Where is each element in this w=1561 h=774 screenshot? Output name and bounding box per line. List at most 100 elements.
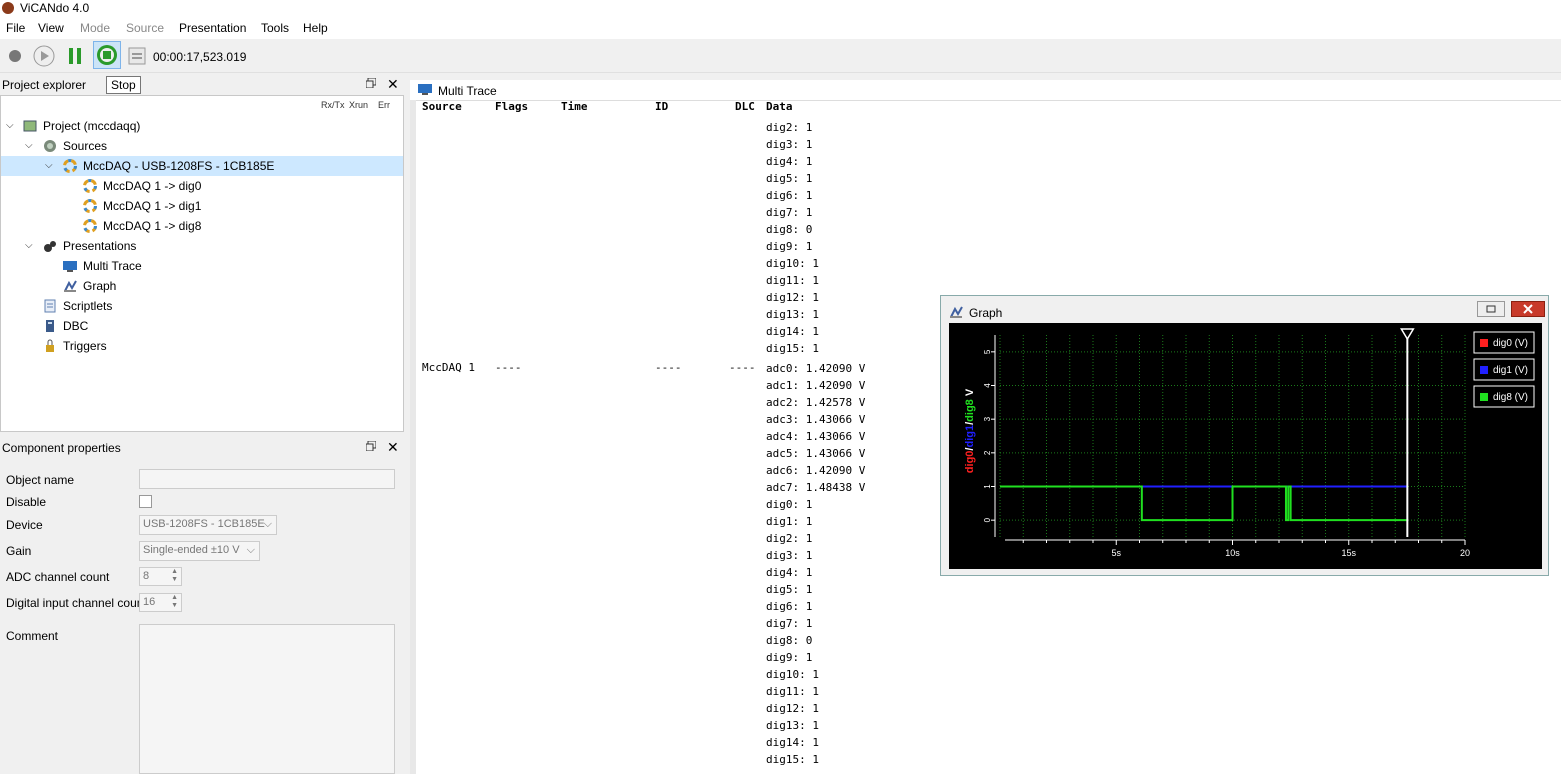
tree-item-label: Triggers bbox=[63, 339, 107, 353]
digital-channel-count-stepper[interactable]: 16 ▲ ▼ bbox=[139, 593, 182, 612]
restore-button[interactable] bbox=[1477, 301, 1505, 317]
mccdaq-ring-icon bbox=[83, 179, 97, 193]
tree-item-multi-trace[interactable]: Multi Trace bbox=[1, 256, 403, 276]
menu-mode[interactable]: Mode bbox=[80, 21, 110, 35]
adc-channel-count-value: 8 bbox=[143, 570, 150, 582]
spin-arrows-icon[interactable]: ▲ ▼ bbox=[171, 568, 178, 584]
y-tick-label: 2 bbox=[983, 450, 992, 455]
multi-trace-left-border bbox=[410, 100, 416, 774]
tree-item-scriptlets[interactable]: Scriptlets bbox=[1, 296, 403, 316]
tree-item-label: Scriptlets bbox=[63, 299, 113, 313]
mccdaq-ring-icon bbox=[63, 159, 77, 173]
y-axis-label-part: V bbox=[964, 388, 976, 399]
col-data[interactable]: Data bbox=[766, 100, 793, 113]
loop-button[interactable] bbox=[125, 44, 149, 68]
tree-item-label: Presentations bbox=[63, 239, 137, 253]
mccdaq-ring-icon bbox=[83, 199, 97, 213]
close-icon[interactable]: ✕ bbox=[387, 76, 399, 93]
trigger-icon bbox=[46, 339, 54, 352]
toolbar: 00:00:17,523.019 bbox=[0, 39, 1561, 73]
menu-help[interactable]: Help bbox=[303, 21, 328, 35]
disable-checkbox[interactable] bbox=[139, 495, 152, 508]
graph-plot-area[interactable]: 5s 10s 15s 20 0 1 2 3 4 5 dig0/dig1/dig8 V dig0 (… bbox=[949, 323, 1542, 569]
menu-view[interactable]: View bbox=[38, 21, 64, 35]
legend-label: dig8 (V) bbox=[1493, 392, 1528, 403]
tree-item-project[interactable]: ⌵ Project (mccdaqq) bbox=[1, 116, 403, 136]
tree-item-presentations[interactable]: ⌵ Presentations bbox=[1, 236, 403, 256]
tree-item-dig0[interactable]: MccDAQ 1 -> dig0 bbox=[1, 176, 403, 196]
graph-title: Graph bbox=[969, 306, 1003, 320]
chevron-down-icon[interactable]: ⌵ bbox=[25, 136, 33, 156]
app-logo-icon bbox=[2, 2, 14, 14]
play-button[interactable] bbox=[32, 44, 56, 68]
record-button[interactable] bbox=[3, 44, 27, 68]
tree-item-mccdaq-device[interactable]: ⌵ MccDAQ - USB-1208FS - 1CB185E bbox=[1, 156, 403, 176]
tree-item-graph[interactable]: Graph bbox=[1, 276, 403, 296]
tree-item-label: Sources bbox=[63, 139, 108, 153]
device-select[interactable]: USB-1208FS - 1CB185E ⌵ bbox=[139, 515, 277, 535]
tree-item-dig1[interactable]: MccDAQ 1 -> dig1 bbox=[1, 196, 403, 216]
legend-swatch bbox=[1480, 393, 1488, 401]
tree-item-label: MccDAQ 1 -> dig0 bbox=[103, 179, 202, 193]
comment-field[interactable] bbox=[139, 624, 395, 774]
line-chart[interactable]: 5s 10s 15s 20 0 1 2 3 4 5 dig0/dig1/dig8 V dig0 (… bbox=[949, 323, 1542, 569]
pause-button[interactable] bbox=[63, 44, 87, 68]
tree-item-sources[interactable]: ⌵ Sources bbox=[1, 136, 403, 156]
tree-item-triggers[interactable]: Triggers bbox=[1, 336, 403, 356]
col-flags[interactable]: Flags bbox=[495, 100, 528, 113]
project-explorer-title: Project explorer bbox=[2, 78, 87, 92]
close-icon[interactable]: ✕ bbox=[387, 439, 399, 456]
monitor-icon bbox=[63, 261, 77, 272]
x-tick-label: 15s bbox=[1341, 548, 1356, 558]
project-icon bbox=[23, 120, 37, 132]
trace-data-block-previous: dig2: 1 dig3: 1 dig4: 1 dig5: 1 dig6: 1 … bbox=[766, 121, 819, 355]
y-tick-label: 3 bbox=[983, 416, 992, 421]
disable-label: Disable bbox=[6, 495, 47, 509]
y-tick-label: 0 bbox=[983, 517, 992, 522]
title-bar: ViCANdo 4.0 bbox=[0, 0, 1561, 17]
float-icon[interactable] bbox=[365, 440, 377, 452]
column-rxtx[interactable]: Rx/Tx bbox=[321, 100, 345, 110]
y-axis-label-part: dig0 bbox=[964, 451, 976, 474]
col-id[interactable]: ID bbox=[655, 100, 668, 113]
col-source[interactable]: Source bbox=[422, 100, 462, 113]
device-label: Device bbox=[6, 518, 43, 532]
x-tick-label: 20 bbox=[1460, 548, 1470, 558]
column-err[interactable]: Err bbox=[378, 100, 390, 110]
tree-item-dbc[interactable]: DBC bbox=[1, 316, 403, 336]
chevron-down-icon[interactable]: ⌵ bbox=[25, 236, 33, 256]
comment-label: Comment bbox=[6, 629, 59, 643]
object-name-field[interactable] bbox=[139, 469, 395, 489]
monitor-icon bbox=[418, 84, 432, 95]
graph-close-button[interactable] bbox=[1511, 301, 1545, 317]
col-dlc[interactable]: DLC bbox=[735, 100, 755, 113]
multi-trace-title: Multi Trace bbox=[438, 84, 497, 98]
float-icon[interactable] bbox=[365, 77, 377, 89]
gain-value: Single-ended ±10 V bbox=[143, 544, 240, 556]
y-axis-label-part: dig1 bbox=[964, 425, 976, 448]
component-properties-title: Component properties bbox=[2, 441, 121, 455]
tree-item-label: MccDAQ - USB-1208FS - 1CB185E bbox=[83, 159, 275, 173]
col-time[interactable]: Time bbox=[561, 100, 588, 113]
chevron-down-icon[interactable]: ⌵ bbox=[6, 116, 14, 136]
menu-source[interactable]: Source bbox=[126, 21, 164, 35]
legend-swatch bbox=[1480, 366, 1488, 374]
multi-trace-titlebar: Multi Trace bbox=[410, 80, 1561, 101]
gain-select[interactable]: Single-ended ±10 V ⌵ bbox=[139, 541, 260, 561]
gain-label: Gain bbox=[6, 544, 32, 558]
menu-presentation[interactable]: Presentation bbox=[179, 21, 246, 35]
tree-item-dig8[interactable]: MccDAQ 1 -> dig8 bbox=[1, 216, 403, 236]
chevron-down-icon[interactable]: ⌵ bbox=[45, 156, 53, 176]
graph-window[interactable]: Graph 5s 10s 15s 20 0 1 2 3 4 5 dig0/dig1/dig8 V … bbox=[940, 295, 1549, 576]
dbc-icon bbox=[46, 320, 54, 332]
menu-file[interactable]: File bbox=[6, 21, 25, 35]
spin-arrows-icon[interactable]: ▲ ▼ bbox=[171, 594, 178, 610]
adc-channel-count-stepper[interactable]: 8 ▲ ▼ bbox=[139, 567, 182, 586]
sources-icon bbox=[44, 140, 56, 152]
column-xrun[interactable]: Xrun bbox=[349, 100, 368, 110]
app-title: ViCANdo 4.0 bbox=[20, 1, 90, 15]
menu-tools[interactable]: Tools bbox=[261, 21, 289, 35]
play-icon bbox=[33, 45, 55, 67]
tree-item-label: MccDAQ 1 -> dig8 bbox=[103, 219, 202, 233]
stop-button[interactable] bbox=[93, 41, 121, 69]
